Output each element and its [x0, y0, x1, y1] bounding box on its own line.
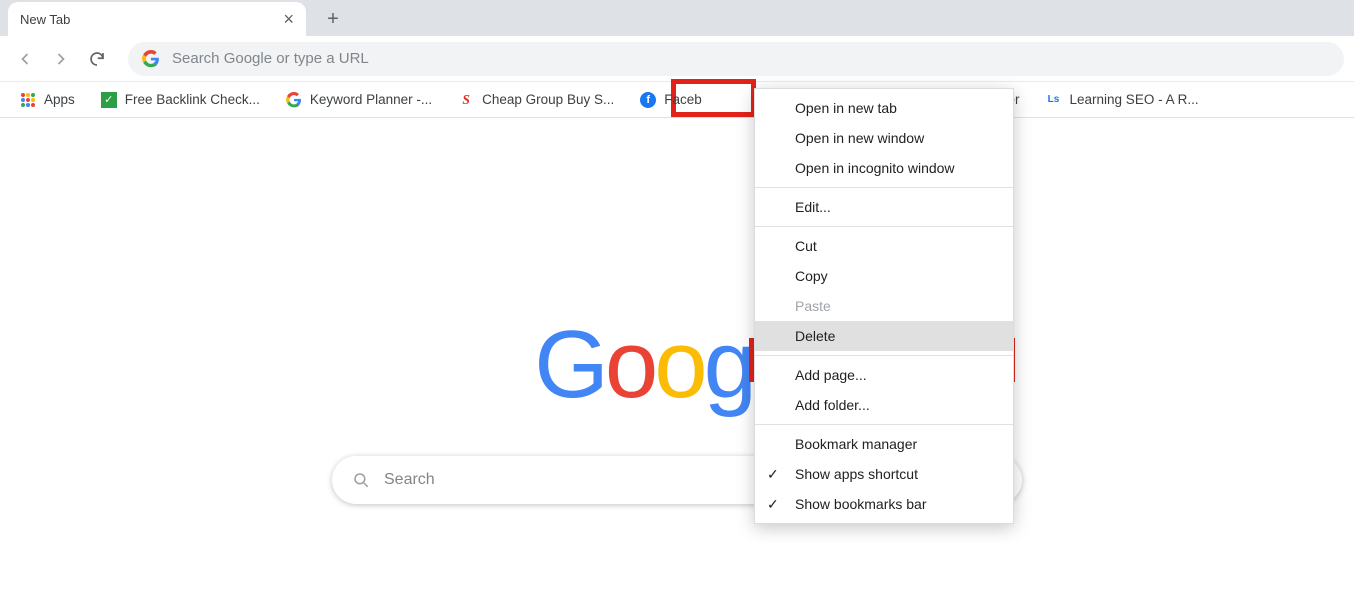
- reload-button[interactable]: [82, 44, 112, 74]
- address-input[interactable]: [172, 50, 1330, 67]
- address-bar[interactable]: [128, 42, 1344, 76]
- bookmark-free-backlink[interactable]: ✓ Free Backlink Check...: [95, 88, 266, 112]
- separator: [755, 187, 1013, 188]
- ctx-bookmark-manager[interactable]: Bookmark manager: [755, 429, 1013, 459]
- check-icon: ✓: [767, 466, 779, 483]
- bookmark-label: Learning SEO - A R...: [1070, 92, 1199, 107]
- ctx-open-incognito[interactable]: Open in incognito window: [755, 153, 1013, 183]
- bookmark-label: Faceb: [664, 92, 702, 107]
- ctx-show-bookmarks-bar[interactable]: ✓ Show bookmarks bar: [755, 489, 1013, 519]
- check-icon: ✓: [767, 496, 779, 513]
- bookmark-learning-seo[interactable]: Ls Learning SEO - A R...: [1040, 88, 1205, 112]
- apps-button[interactable]: Apps: [14, 88, 81, 112]
- close-tab-icon[interactable]: ×: [283, 10, 294, 28]
- bookmark-label: Free Backlink Check...: [125, 92, 260, 107]
- ctx-paste: Paste: [755, 291, 1013, 321]
- ctx-open-new-window[interactable]: Open in new window: [755, 123, 1013, 153]
- apps-icon: [20, 92, 36, 108]
- context-menu: Open in new tab Open in new window Open …: [754, 88, 1014, 524]
- ctx-label: Show bookmarks bar: [795, 496, 927, 512]
- ctx-delete[interactable]: Delete: [755, 321, 1013, 351]
- ctx-label: Show apps shortcut: [795, 466, 918, 482]
- apps-label: Apps: [44, 92, 75, 107]
- browser-tab[interactable]: New Tab ×: [8, 2, 306, 36]
- bookmarks-bar: Apps ✓ Free Backlink Check... Keyword Pl…: [0, 82, 1354, 118]
- s-icon: S: [458, 92, 474, 108]
- bookmark-label: Keyword Planner -...: [310, 92, 432, 107]
- google-g-icon: [142, 50, 160, 68]
- ctx-edit[interactable]: Edit...: [755, 192, 1013, 222]
- reload-icon: [88, 50, 106, 68]
- back-button[interactable]: [10, 44, 40, 74]
- new-tab-page: Google Search: [0, 120, 1354, 592]
- forward-button[interactable]: [46, 44, 76, 74]
- ls-icon: Ls: [1046, 92, 1062, 108]
- facebook-icon: f: [640, 92, 656, 108]
- separator: [755, 424, 1013, 425]
- bookmark-facebook[interactable]: f Faceb: [634, 88, 708, 112]
- toolbar: [0, 36, 1354, 82]
- arrow-left-icon: [15, 49, 35, 69]
- search-icon: [352, 471, 370, 489]
- arrow-right-icon: [51, 49, 71, 69]
- ctx-add-page[interactable]: Add page...: [755, 360, 1013, 390]
- ctx-cut[interactable]: Cut: [755, 231, 1013, 261]
- ctx-add-folder[interactable]: Add folder...: [755, 390, 1013, 420]
- bookmark-cheap-group-buy[interactable]: S Cheap Group Buy S...: [452, 88, 620, 112]
- bookmark-keyword-planner[interactable]: Keyword Planner -...: [280, 88, 438, 112]
- google-g-icon: [286, 92, 302, 108]
- separator: [755, 355, 1013, 356]
- check-icon: ✓: [101, 92, 117, 108]
- separator: [755, 226, 1013, 227]
- new-tab-button[interactable]: +: [318, 4, 348, 34]
- bookmark-label: Cheap Group Buy S...: [482, 92, 614, 107]
- tab-title: New Tab: [20, 12, 70, 27]
- ctx-open-new-tab[interactable]: Open in new tab: [755, 93, 1013, 123]
- tab-strip: New Tab × +: [0, 0, 1354, 36]
- ctx-show-apps[interactable]: ✓ Show apps shortcut: [755, 459, 1013, 489]
- ctx-copy[interactable]: Copy: [755, 261, 1013, 291]
